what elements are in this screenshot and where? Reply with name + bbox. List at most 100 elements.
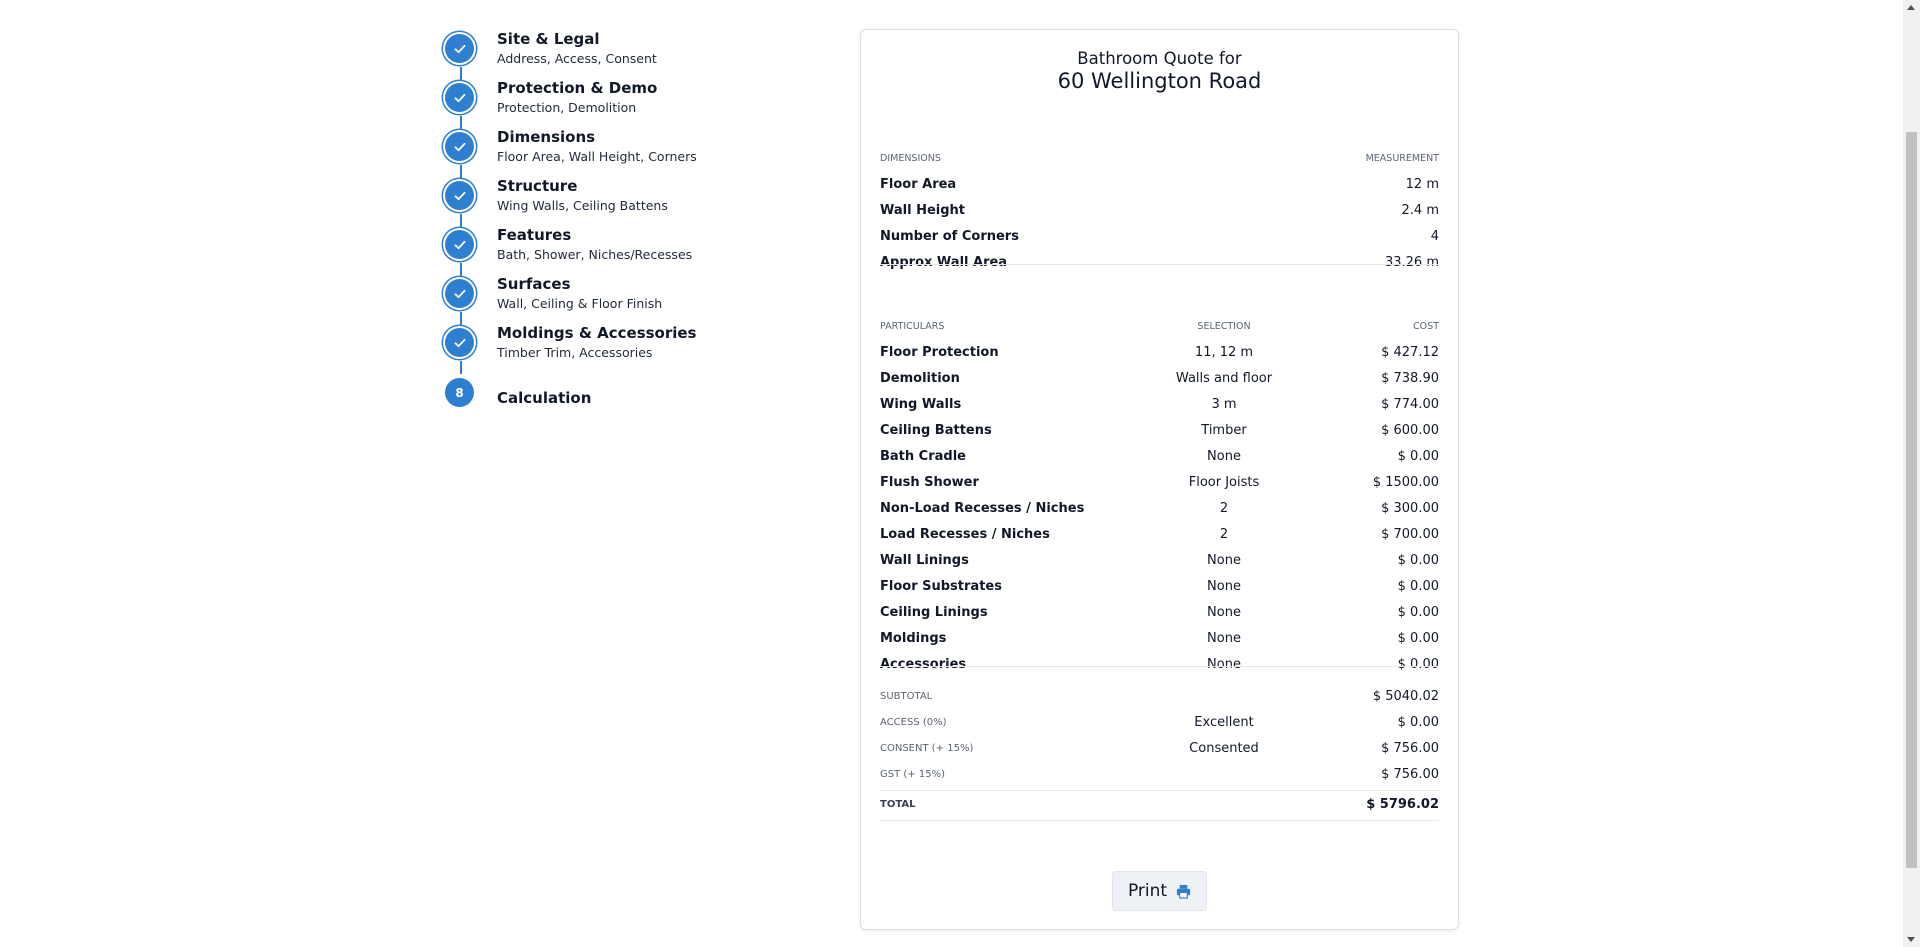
particular-cost: $ 0.00 [1397,604,1439,620]
summary-cost: $ 5040.02 [1372,688,1439,704]
step-subtitle: Floor Area, Wall Height, Corners [497,149,697,164]
step-item[interactable]: Structure Wing Walls, Ceiling Battens [445,177,805,228]
scroll-down-arrow-icon[interactable] [1907,937,1915,942]
step-number: 8 [445,378,474,407]
particular-cost: $ 427.12 [1381,344,1439,360]
step-subtitle: Address, Access, Consent [497,51,657,66]
step-title: Features [497,226,572,244]
particular-cost: $ 1500.00 [1372,474,1439,490]
step-title: Structure [497,177,578,195]
particular-cost: $ 0.00 [1397,656,1439,672]
page-scrollbar[interactable] [1903,0,1920,947]
particular-label: Flush Shower [880,474,979,490]
total-row: TOTAL $ 5796.02 [880,791,1439,817]
particular-cost: $ 0.00 [1397,630,1439,646]
step-connector [460,214,462,227]
particular-label: Ceiling Linings [880,604,988,620]
scrollbar-thumb[interactable] [1906,132,1917,868]
step-subtitle: Wall, Ceiling & Floor Finish [497,296,663,311]
selection-col-label: SELECTION [1197,320,1251,332]
summary-label: GST (+ 15%) [880,768,945,780]
dimension-label: Number of Corners [880,228,1019,244]
particular-row: Floor Protection 11, 12 m $ 427.12 [880,339,1439,365]
particular-selection: None [1207,630,1241,646]
dimensions-col-label: DIMENSIONS [880,152,941,164]
particular-selection: None [1207,448,1241,464]
particular-label: Accessories [880,656,967,672]
particular-row: Floor Substrates None $ 0.00 [880,573,1439,599]
quote-heading-line1: Bathroom Quote for [1077,49,1242,68]
total-cost: $ 5796.02 [1366,796,1439,812]
summary-selection: Consented [1189,740,1259,756]
dimension-value: 33.26 m [1384,254,1439,270]
particular-cost: $ 600.00 [1381,422,1439,438]
summary-label: CONSENT (+ 15%) [880,742,974,754]
step-item[interactable]: Features Bath, Shower, Niches/Recesses [445,226,805,277]
summary-selection: Excellent [1194,714,1254,730]
dimension-label: Floor Area [880,176,957,192]
print-button[interactable]: Print [1112,871,1207,911]
particular-selection: Timber [1201,422,1247,438]
step-title: Surfaces [497,275,571,293]
particular-cost: $ 0.00 [1397,448,1439,464]
step-item[interactable]: Surfaces Wall, Ceiling & Floor Finish [445,275,805,326]
summary-row: ACCESS (0%) Excellent $ 0.00 [880,709,1439,735]
check-icon [445,34,474,63]
step-title: Site & Legal [497,30,600,48]
step-item[interactable]: Moldings & Accessories Timber Trim, Acces… [445,324,805,375]
dimension-row: Wall Height 2.4 m [880,197,1439,223]
particular-label: Demolition [880,370,960,386]
particular-selection: 2 [1219,500,1229,516]
check-icon [445,230,474,259]
measurement-col-label: MEASUREMENT [1365,152,1439,164]
dimension-value: 2.4 m [1401,202,1439,218]
particular-row: Ceiling Battens Timber $ 600.00 [880,417,1439,443]
step-item[interactable]: 8 Calculation [445,375,805,424]
summary-label: SUBTOTAL [880,690,933,702]
summary-cost: $ 756.00 [1381,740,1439,756]
particular-row: Wing Walls 3 m $ 774.00 [880,391,1439,417]
dimension-value: 12 m [1405,176,1439,192]
particular-label: Floor Protection [880,344,999,360]
particular-row: Demolition Walls and floor $ 738.90 [880,365,1439,391]
dimensions-header: DIMENSIONS MEASUREMENT [880,145,1439,171]
particular-selection: None [1207,656,1241,672]
divider [880,666,1439,667]
step-subtitle: Wing Walls, Ceiling Battens [497,198,668,213]
print-label: Print [1127,881,1168,901]
summary-cost: $ 0.00 [1397,714,1439,730]
step-connector [460,263,462,276]
scroll-up-arrow-icon[interactable] [1907,5,1915,10]
check-icon [445,132,474,161]
particular-cost: $ 700.00 [1381,526,1439,542]
total-label: TOTAL [880,798,916,810]
particulars-section: PARTICULARS SELECTION COST Floor Protect… [880,313,1439,677]
quote-address: 60 Wellington Road [1057,69,1262,93]
dimensions-section: DIMENSIONS MEASUREMENT Floor Area 12 m Wal… [880,145,1439,275]
summary-section: SUBTOTAL $ 5040.02 ACCESS (0%) Excellent $ 0… [880,683,1439,821]
particular-selection: 3 m [1211,396,1237,412]
particular-selection: None [1207,552,1241,568]
particular-row: Accessories None $ 0.00 [880,651,1439,677]
particular-selection: None [1207,578,1241,594]
step-item[interactable]: Protection & Demo Protection, Demolition [445,79,805,130]
step-connector [460,165,462,178]
summary-label: ACCESS (0%) [880,716,947,728]
quote-card: Bathroom Quote for 60 Wellington Road DI… [860,29,1459,930]
step-connector [460,67,462,80]
particular-label: Ceiling Battens [880,422,992,438]
dimension-row: Number of Corners 4 [880,223,1439,249]
step-item[interactable]: Site & Legal Address, Access, Consent [445,30,805,81]
step-item[interactable]: Dimensions Floor Area, Wall Height, Corne… [445,128,805,179]
particular-cost: $ 0.00 [1397,578,1439,594]
check-icon [445,181,474,210]
step-title: Moldings & Accessories [497,324,697,342]
particular-label: Non-Load Recesses / Niches [880,500,1085,516]
particular-row: Non-Load Recesses / Niches 2 $ 300.00 [880,495,1439,521]
particulars-header: PARTICULARS SELECTION COST [880,313,1439,339]
check-icon [445,328,474,357]
step-subtitle: Protection, Demolition [497,100,637,115]
step-subtitle: Bath, Shower, Niches/Recesses [497,247,693,262]
step-title: Protection & Demo [497,79,658,97]
particular-row: Bath Cradle None $ 0.00 [880,443,1439,469]
